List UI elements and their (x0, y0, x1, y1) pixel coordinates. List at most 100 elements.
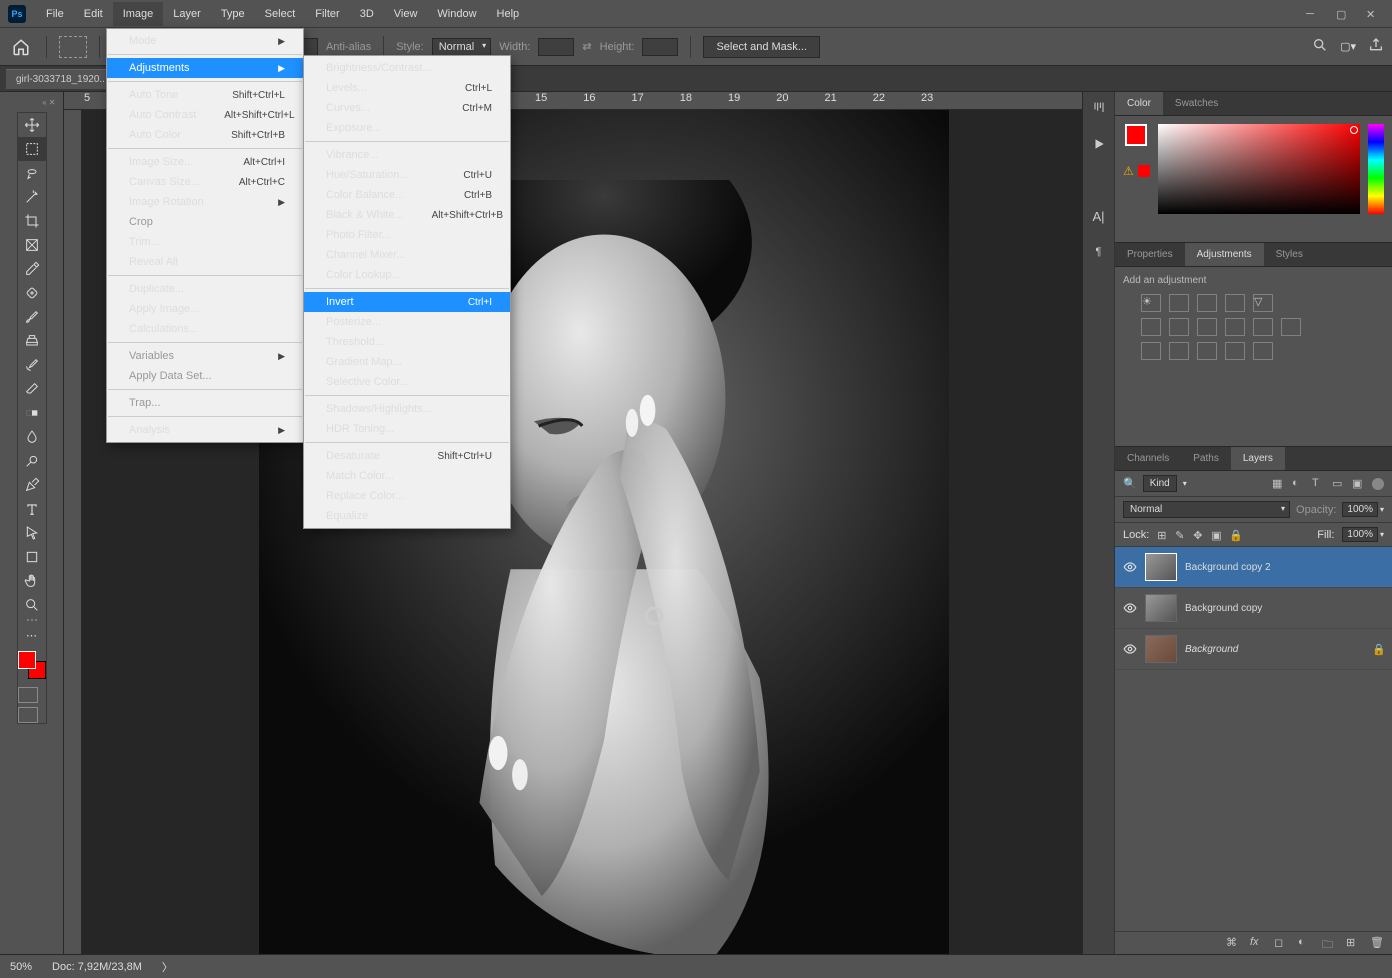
menu-3d[interactable]: 3D (350, 2, 384, 26)
menu-item-threshold[interactable]: Threshold... (304, 332, 510, 352)
layer-row[interactable]: Background🔒 (1115, 629, 1392, 670)
layer-fx-icon[interactable]: fx (1250, 936, 1264, 950)
paths-tab[interactable]: Paths (1181, 447, 1231, 470)
menu-item-brightness-contrast[interactable]: Brightness/Contrast... (304, 58, 510, 78)
layers-tab[interactable]: Layers (1231, 447, 1285, 470)
paragraph-panel-icon[interactable]: ¶ (1089, 242, 1109, 262)
new-group-icon[interactable]: 🗀 (1322, 936, 1336, 950)
gamut-warning-icon[interactable]: ⚠ (1123, 164, 1134, 178)
menu-item-invert[interactable]: InvertCtrl+I (304, 292, 510, 312)
closest-color[interactable] (1138, 165, 1150, 177)
filter-smart-icon[interactable]: ▣ (1352, 477, 1366, 491)
vibrance-adj-icon[interactable]: ▽ (1253, 294, 1273, 312)
menu-layer[interactable]: Layer (163, 2, 211, 26)
antialias-checkbox[interactable]: Anti-alias (326, 41, 371, 53)
lock-position-icon[interactable]: ✥ (1193, 529, 1205, 541)
style-select[interactable]: Normal (432, 38, 491, 56)
edit-toolbar[interactable]: ⋯ (18, 623, 46, 647)
fill-value[interactable]: 100% (1342, 527, 1378, 542)
menu-item-match-color[interactable]: Match Color... (304, 466, 510, 486)
zoom-level[interactable]: 50% (10, 961, 32, 973)
layer-name[interactable]: Background (1185, 644, 1238, 655)
menu-item-curves[interactable]: Curves...Ctrl+M (304, 98, 510, 118)
visibility-icon[interactable] (1123, 560, 1137, 574)
status-arrow-icon[interactable]: 〉 (162, 959, 173, 975)
hand-tool[interactable] (18, 569, 46, 593)
levels-adj-icon[interactable] (1169, 294, 1189, 312)
new-adjustment-icon[interactable]: ◐ (1298, 936, 1312, 950)
foreground-color[interactable] (1125, 124, 1147, 146)
properties-tab[interactable]: Properties (1115, 243, 1185, 266)
menu-item-auto-contrast[interactable]: Auto ContrastAlt+Shift+Ctrl+L (107, 105, 303, 125)
healing-tool[interactable] (18, 281, 46, 305)
doc-size[interactable]: Doc: 7,92M/23,8M (52, 961, 142, 973)
menu-help[interactable]: Help (487, 2, 530, 26)
selective-adj-icon[interactable] (1253, 342, 1273, 360)
menu-item-auto-tone[interactable]: Auto ToneShift+Ctrl+L (107, 85, 303, 105)
character-panel-icon[interactable]: A| (1089, 206, 1109, 226)
history-brush-tool[interactable] (18, 353, 46, 377)
layer-row[interactable]: Background copy 2 (1115, 547, 1392, 588)
screen-mode-button[interactable] (18, 707, 38, 723)
menu-item-hue-saturation[interactable]: Hue/Saturation...Ctrl+U (304, 165, 510, 185)
menu-item-image-rotation[interactable]: Image Rotation▶ (107, 192, 303, 212)
eraser-tool[interactable] (18, 377, 46, 401)
layer-thumbnail[interactable] (1145, 635, 1177, 663)
invert-adj-icon[interactable] (1141, 342, 1161, 360)
height-input[interactable] (642, 38, 678, 56)
shape-tool[interactable] (18, 545, 46, 569)
menu-edit[interactable]: Edit (74, 2, 113, 26)
menu-image[interactable]: Image (113, 2, 164, 26)
menu-item-photo-filter[interactable]: Photo Filter... (304, 225, 510, 245)
menu-item-trim[interactable]: Trim... (107, 232, 303, 252)
document-tab[interactable]: girl-3033718_1920.. (6, 69, 119, 89)
quick-mask-button[interactable] (18, 687, 38, 703)
layer-name[interactable]: Background copy (1185, 603, 1262, 614)
menu-item-image-size[interactable]: Image Size...Alt+Ctrl+I (107, 152, 303, 172)
color-tab[interactable]: Color (1115, 92, 1163, 115)
lasso-tool[interactable] (18, 161, 46, 185)
gradientmap-adj-icon[interactable] (1225, 342, 1245, 360)
mixer-adj-icon[interactable] (1253, 318, 1273, 336)
threshold-adj-icon[interactable] (1197, 342, 1217, 360)
visibility-icon[interactable] (1123, 642, 1137, 656)
delete-layer-icon[interactable]: 🗑 (1370, 936, 1384, 950)
lock-all-icon[interactable]: 🔒 (1229, 529, 1241, 541)
new-layer-icon[interactable]: ⊞ (1346, 936, 1360, 950)
filter-toggle[interactable] (1372, 478, 1384, 490)
channels-tab[interactable]: Channels (1115, 447, 1181, 470)
home-button[interactable] (8, 34, 34, 60)
hue-slider[interactable] (1368, 124, 1384, 214)
color-swatches[interactable] (18, 651, 46, 679)
styles-tab[interactable]: Styles (1264, 243, 1315, 266)
brush-panel-icon[interactable] (1089, 98, 1109, 118)
search-icon[interactable] (1312, 37, 1328, 56)
toolbox-collapse[interactable]: « ✕ (4, 98, 60, 108)
type-tool[interactable] (18, 497, 46, 521)
play-icon[interactable] (1089, 134, 1109, 154)
marquee-tool-preset[interactable] (59, 36, 87, 58)
marquee-tool[interactable] (18, 137, 46, 161)
menu-item-channel-mixer[interactable]: Channel Mixer... (304, 245, 510, 265)
filter-pixel-icon[interactable]: ▦ (1272, 477, 1286, 491)
dodge-tool[interactable] (18, 449, 46, 473)
minimize-button[interactable]: ─ (1306, 8, 1318, 20)
menu-item-hdr-toning[interactable]: HDR Toning... (304, 419, 510, 439)
menu-item-gradient-map[interactable]: Gradient Map... (304, 352, 510, 372)
posterize-adj-icon[interactable] (1169, 342, 1189, 360)
filter-shape-icon[interactable]: ▭ (1332, 477, 1346, 491)
layer-filter-kind[interactable]: Kind (1143, 475, 1177, 492)
exposure-adj-icon[interactable] (1225, 294, 1245, 312)
menu-item-levels[interactable]: Levels...Ctrl+L (304, 78, 510, 98)
visibility-icon[interactable] (1123, 601, 1137, 615)
menu-item-equalize[interactable]: Equalize (304, 506, 510, 526)
blend-mode-select[interactable]: Normal (1123, 501, 1290, 518)
menu-item-reveal-all[interactable]: Reveal All (107, 252, 303, 272)
swatches-tab[interactable]: Swatches (1163, 92, 1230, 115)
crop-tool[interactable] (18, 209, 46, 233)
menu-select[interactable]: Select (255, 2, 306, 26)
menu-filter[interactable]: Filter (305, 2, 349, 26)
menu-item-mode[interactable]: Mode▶ (107, 31, 303, 51)
menu-item-selective-color[interactable]: Selective Color... (304, 372, 510, 392)
width-input[interactable] (538, 38, 574, 56)
